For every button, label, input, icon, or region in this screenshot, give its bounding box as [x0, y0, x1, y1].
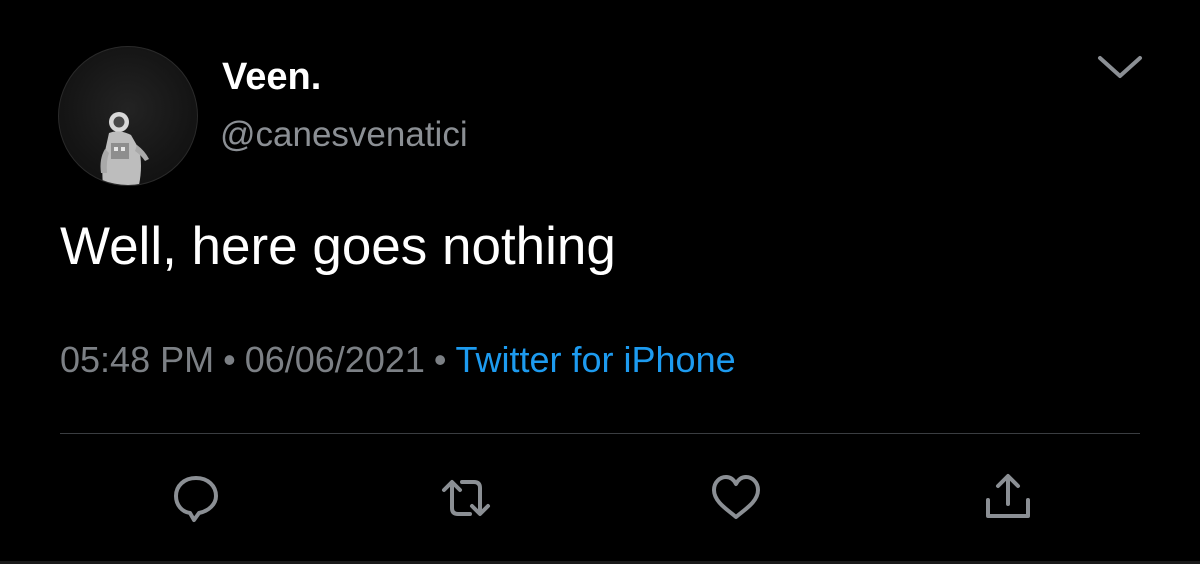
user-handle[interactable]: @canesvenatici: [220, 114, 468, 156]
share-icon: [986, 474, 1030, 518]
meta-separator: •: [433, 339, 447, 380]
tweet-source-link[interactable]: Twitter for iPhone: [456, 339, 736, 380]
avatar[interactable]: [58, 46, 198, 186]
tweet-text: Well, here goes nothing: [60, 217, 616, 276]
like-button[interactable]: [708, 470, 764, 526]
divider: [60, 433, 1140, 434]
meta-separator: •: [223, 339, 236, 380]
retweet-button[interactable]: [438, 470, 494, 526]
chevron-down-icon[interactable]: [1096, 50, 1144, 84]
tweet-date: 06/06/2021: [244, 339, 425, 380]
reply-button[interactable]: [168, 470, 224, 526]
reply-icon: [174, 476, 218, 522]
tweet-meta: 05:48 PM • 06/06/2021 • Twitter for iPhone: [60, 338, 736, 382]
action-bar: [0, 470, 1200, 530]
heart-icon: [712, 475, 760, 519]
astronaut-icon: [100, 112, 149, 185]
display-name[interactable]: Veen.: [222, 55, 321, 99]
tweet-card: Veen. @canesvenatici Well, here goes not…: [0, 0, 1200, 564]
share-button[interactable]: [980, 470, 1036, 526]
retweet-icon: [442, 480, 490, 516]
tweet-time: 05:48 PM: [60, 339, 215, 380]
